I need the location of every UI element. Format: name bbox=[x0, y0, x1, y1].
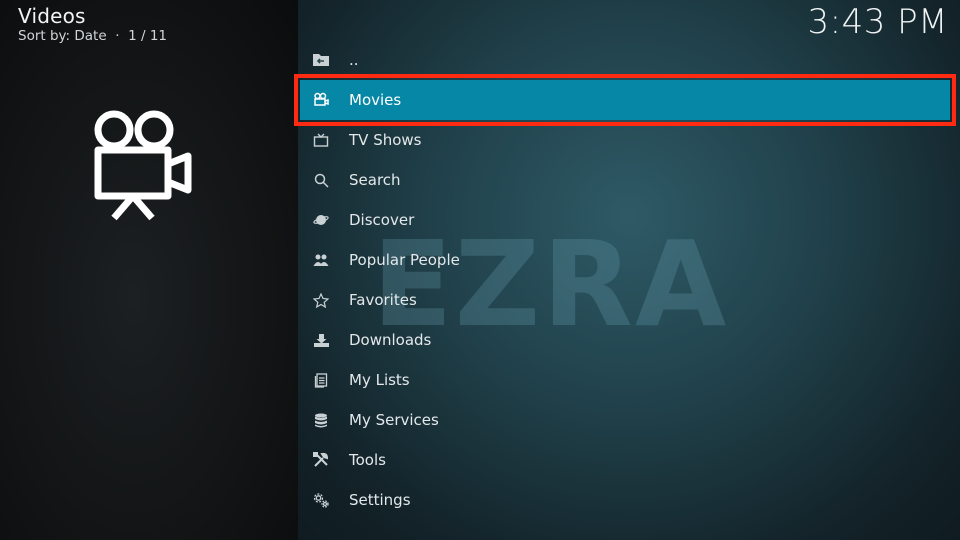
menu-item-label: My Lists bbox=[349, 371, 410, 389]
menu-item-tools[interactable]: Tools bbox=[298, 440, 960, 480]
menu-item-label: Search bbox=[349, 171, 401, 189]
menu-item-movies[interactable]: Movies bbox=[294, 74, 956, 126]
movie-camera-icon bbox=[312, 92, 330, 108]
menu-item-discover[interactable]: Discover bbox=[298, 200, 960, 240]
people-icon bbox=[312, 252, 330, 268]
menu-item-label: TV Shows bbox=[349, 131, 422, 149]
menu-item-downloads[interactable]: Downloads bbox=[298, 320, 960, 360]
menu-item-popular-people[interactable]: Popular People bbox=[298, 240, 960, 280]
tools-icon bbox=[312, 452, 330, 468]
menu-item-label: Settings bbox=[349, 491, 411, 509]
info-panel: Videos Sort by: Date · 1 / 11 bbox=[0, 0, 298, 540]
menu-item-label: Tools bbox=[349, 451, 386, 469]
menu-item-parent[interactable]: .. bbox=[298, 40, 960, 80]
menu-item-label: .. bbox=[349, 51, 359, 69]
clock: 3:43 PM bbox=[807, 2, 948, 42]
menu-item-label: Movies bbox=[349, 91, 402, 109]
page-title: Videos bbox=[18, 4, 86, 28]
search-icon bbox=[312, 172, 330, 188]
planet-icon bbox=[312, 212, 330, 228]
menu-item-my-services[interactable]: My Services bbox=[298, 400, 960, 440]
menu-item-search[interactable]: Search bbox=[298, 160, 960, 200]
menu-item-favorites[interactable]: Favorites bbox=[298, 280, 960, 320]
main-menu: .. Movies TV Shows Search Discover Popul… bbox=[294, 40, 960, 520]
menu-item-my-lists[interactable]: My Lists bbox=[298, 360, 960, 400]
sort-info: Sort by: Date · 1 / 11 bbox=[18, 28, 168, 44]
tv-icon bbox=[312, 132, 330, 148]
menu-item-label: Popular People bbox=[349, 251, 460, 269]
download-icon bbox=[312, 332, 330, 348]
movie-camera-icon bbox=[90, 108, 196, 224]
menu-item-tv-shows[interactable]: TV Shows bbox=[298, 120, 960, 160]
menu-item-settings[interactable]: Settings bbox=[298, 480, 960, 520]
folder-back-icon bbox=[312, 52, 330, 68]
gear-icon bbox=[312, 492, 330, 508]
menu-item-label: Discover bbox=[349, 211, 415, 229]
menu-item-label: My Services bbox=[349, 411, 439, 429]
list-icon bbox=[312, 372, 330, 388]
menu-item-label: Downloads bbox=[349, 331, 432, 349]
database-icon bbox=[312, 412, 330, 428]
menu-item-label: Favorites bbox=[349, 291, 417, 309]
star-icon bbox=[312, 292, 330, 308]
